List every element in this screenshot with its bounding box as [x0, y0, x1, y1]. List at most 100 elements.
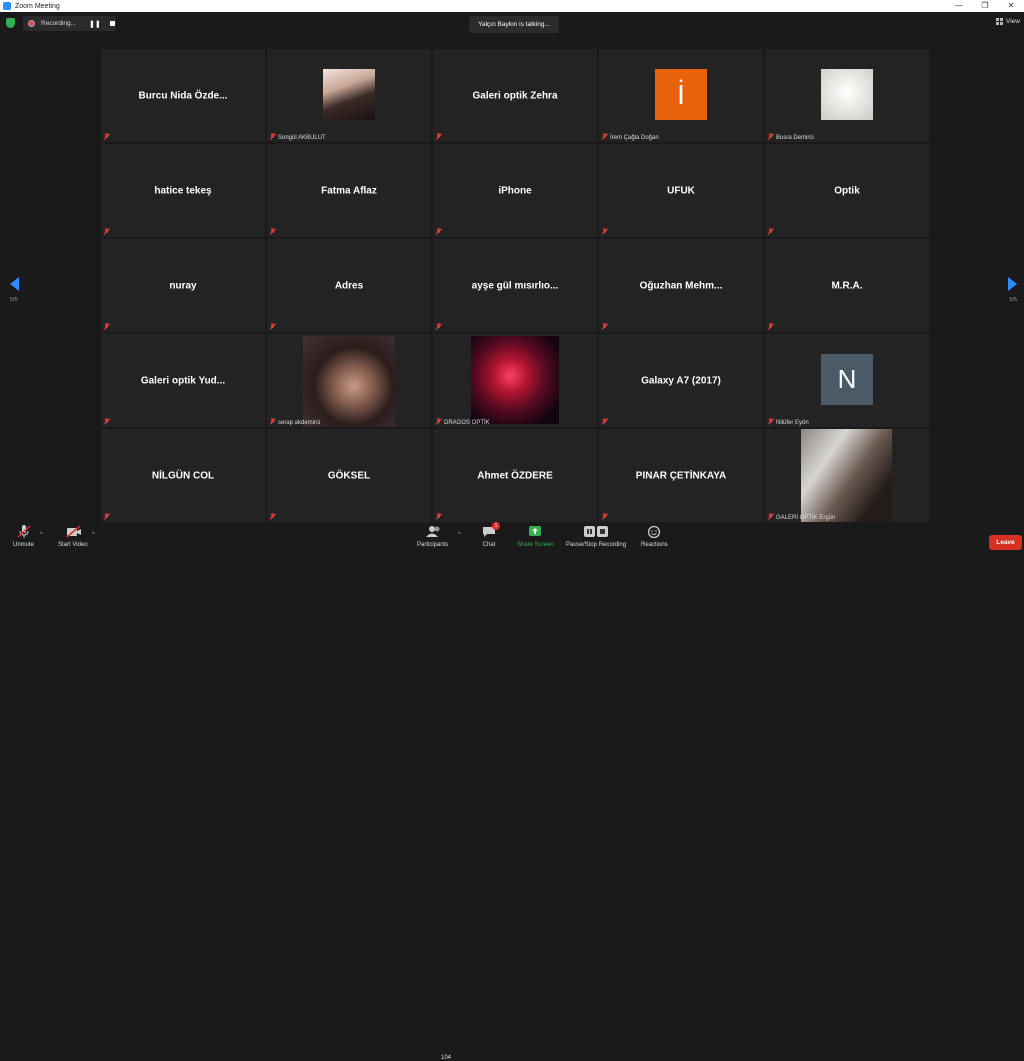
muted-mic-icon — [768, 133, 774, 140]
next-page-arrow-icon[interactable] — [1008, 277, 1017, 291]
video-off-icon — [66, 525, 81, 538]
pause-recording-button[interactable]: ❚❚ — [89, 20, 101, 28]
muted-mic-icon — [602, 513, 608, 520]
participant-tile[interactable]: N Nilüfer Eyön — [765, 334, 929, 427]
participant-name: Adres — [334, 280, 364, 291]
stop-recording-button[interactable] — [109, 21, 115, 26]
participant-initial-avatar: İ — [655, 69, 707, 120]
participant-tile[interactable]: Galeri optik Yud... — [101, 334, 265, 427]
video-options-caret-icon[interactable]: ^ — [92, 532, 95, 538]
pause-stop-recording-button[interactable]: Pause/Stop Recording — [566, 525, 626, 548]
participant-tile[interactable]: Burcu Nida Özde... — [101, 49, 265, 142]
start-video-button[interactable]: Start Video — [58, 525, 88, 548]
chat-bubble-icon: 1 — [482, 522, 500, 538]
participant-label: DRAGOS OPTİK — [444, 420, 490, 426]
share-screen-button[interactable]: Share Screen — [517, 525, 554, 548]
recording-label: Recording... — [41, 20, 77, 27]
muted-mic-icon — [270, 418, 276, 425]
participant-tile[interactable]: ayşe gül mısırlıo... — [433, 239, 597, 332]
recording-dot-icon — [28, 20, 35, 27]
participant-name: Optik — [834, 185, 860, 196]
close-button[interactable]: ✕ — [998, 0, 1024, 12]
participant-tile[interactable]: Oğuzhan Mehm... — [599, 239, 763, 332]
muted-mic-icon — [768, 513, 774, 520]
participant-label: serap akdemirci — [278, 420, 321, 426]
participant-tile[interactable]: PINAR ÇETİNKAYA — [599, 429, 763, 522]
reactions-label: Reactions — [641, 542, 668, 548]
muted-mic-icon — [270, 133, 276, 140]
muted-mic-icon — [270, 323, 276, 330]
window-titlebar: Zoom Meeting — ❐ ✕ — [0, 0, 1024, 12]
security-shield-icon[interactable] — [6, 18, 15, 28]
window-title: Zoom Meeting — [15, 2, 60, 10]
participant-tile[interactable]: Fatma Aflaz — [267, 144, 431, 237]
participant-tile[interactable]: UFUK — [599, 144, 763, 237]
participant-tile[interactable]: GÖKSEL — [267, 429, 431, 522]
pause-stop-recording-label: Pause/Stop Recording — [566, 542, 627, 548]
zoom-logo-icon — [3, 2, 11, 10]
participant-tile[interactable]: NİLGÜN COL — [101, 429, 265, 522]
meeting-toolbar: Unmute ^ Start Video ^ Participants 104 … — [0, 522, 1024, 1061]
muted-microphone-icon — [16, 525, 31, 538]
previous-page-arrow-icon[interactable] — [10, 277, 19, 291]
participant-tile[interactable]: Songül AKBULUT — [267, 49, 431, 142]
minimize-button[interactable]: — — [946, 0, 972, 12]
participant-tile[interactable]: hatice tekeş — [101, 144, 265, 237]
muted-mic-icon — [602, 418, 608, 425]
muted-mic-icon — [104, 513, 110, 520]
participant-tile[interactable]: Optik — [765, 144, 929, 237]
grid-view-icon — [996, 18, 1004, 25]
participant-tile[interactable]: İ İrem Çağla Doğan — [599, 49, 763, 142]
participant-tile[interactable]: M.R.A. — [765, 239, 929, 332]
muted-mic-icon — [436, 228, 442, 235]
participant-name: Oğuzhan Mehm... — [639, 280, 723, 291]
participant-name: hatice tekeş — [154, 185, 212, 196]
muted-mic-icon — [104, 228, 110, 235]
participant-label: GALERİ OPTİK Ergün — [776, 515, 836, 521]
recording-indicator: Recording... ❚❚ — [23, 16, 116, 31]
participant-photo — [323, 69, 375, 120]
muted-mic-icon — [436, 323, 442, 330]
page-indicator-left: 5/5 — [10, 297, 18, 303]
leave-button[interactable]: Leave — [989, 535, 1022, 550]
participant-label: Songül AKBULUT — [278, 135, 326, 141]
view-button[interactable]: View — [996, 18, 1020, 25]
participants-count: 104 — [441, 1055, 452, 1061]
participant-tile[interactable]: iPhone — [433, 144, 597, 237]
page-indicator-right: 5/5 — [1009, 297, 1017, 303]
share-screen-label: Share Screen — [517, 542, 554, 548]
participant-name: M.R.A. — [831, 280, 863, 291]
participant-tile[interactable]: serap akdemirci — [267, 334, 431, 427]
participant-tile[interactable]: Galeri optik Zehra — [433, 49, 597, 142]
chat-unread-badge: 1 — [492, 522, 500, 530]
participant-tile[interactable]: Busra Demirci — [765, 49, 929, 142]
view-label: View — [1006, 18, 1020, 25]
participant-name: UFUK — [667, 185, 695, 196]
participant-tile[interactable]: Ahmet ÖZDERE — [433, 429, 597, 522]
muted-mic-icon — [104, 323, 110, 330]
participant-name: PINAR ÇETİNKAYA — [635, 470, 727, 481]
participant-name: Galeri optik Yud... — [140, 375, 226, 386]
audio-options-caret-icon[interactable]: ^ — [40, 532, 43, 538]
emoji-reactions-icon — [647, 525, 661, 539]
maximize-button[interactable]: ❐ — [972, 0, 998, 12]
participants-options-caret-icon[interactable]: ^ — [458, 532, 461, 538]
participant-tile[interactable]: Adres — [267, 239, 431, 332]
participant-tile[interactable]: Galaxy A7 (2017) — [599, 334, 763, 427]
unmute-label: Unmute — [13, 542, 35, 548]
chat-button[interactable]: 1 Chat — [482, 522, 500, 548]
muted-mic-icon — [436, 513, 442, 520]
muted-mic-icon — [768, 228, 774, 235]
unmute-button[interactable]: Unmute — [13, 525, 34, 548]
participant-label: İrem Çağla Doğan — [610, 135, 659, 141]
muted-mic-icon — [768, 323, 774, 330]
reactions-button[interactable]: Reactions — [641, 525, 668, 548]
participant-tile[interactable]: nuray — [101, 239, 265, 332]
participants-button[interactable]: Participants — [417, 525, 448, 548]
chat-label: Chat — [482, 542, 496, 548]
muted-mic-icon — [768, 418, 774, 425]
participant-tile[interactable]: GALERİ OPTİK Ergün — [765, 429, 929, 522]
participant-photo — [821, 69, 873, 120]
participant-tile[interactable]: DRAGOS OPTİK — [433, 334, 597, 427]
active-speaker-banner: Yalçın Baykın is talking... — [469, 16, 559, 33]
